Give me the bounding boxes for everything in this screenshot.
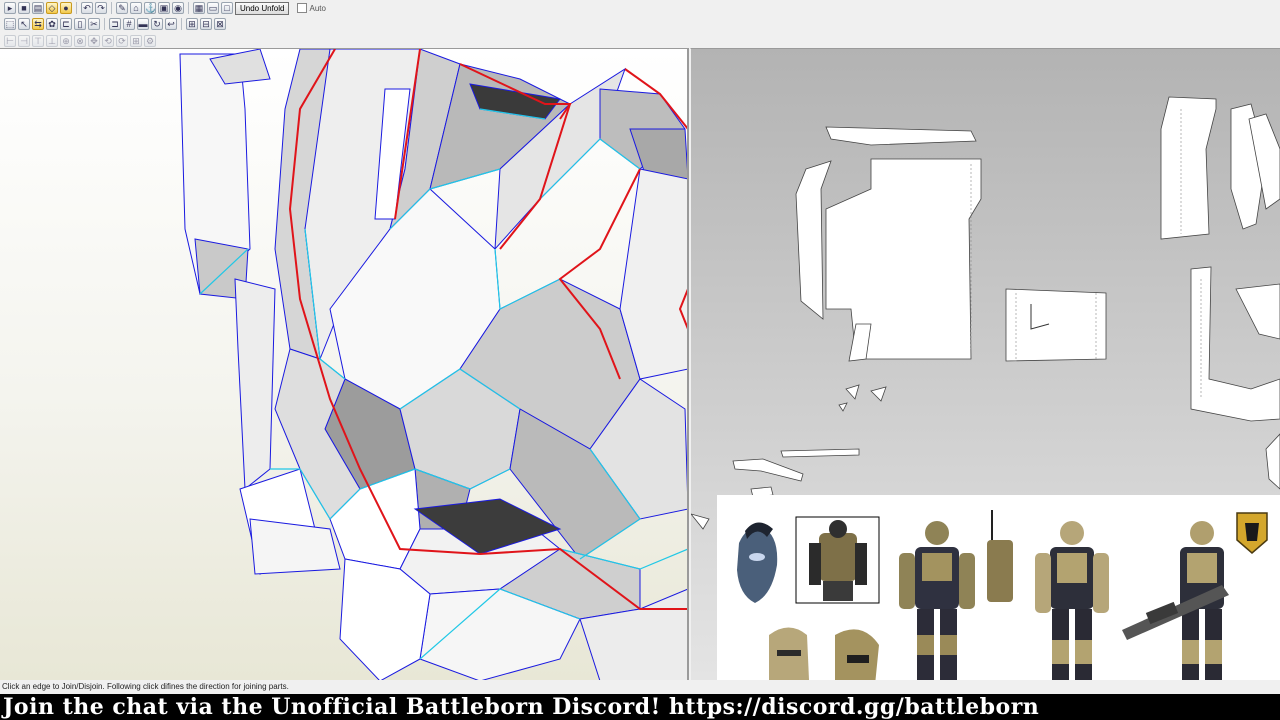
unfolded-part bbox=[732, 458, 804, 482]
auto-checkbox-label: Auto bbox=[309, 3, 326, 13]
mesh-faceplate bbox=[274, 49, 687, 680]
align-icon[interactable]: ⊟ bbox=[200, 18, 212, 30]
auto-checkbox-box[interactable] bbox=[297, 3, 308, 13]
unfold-icon[interactable]: ⌂ bbox=[130, 2, 142, 14]
main-toolbar: ▸ ■ ▤ ◇ ● ↶ ↷ ✎ ⌂ ⚓ ▣ ◉ ▦ ▭ □ Undo Unfol… bbox=[0, 0, 690, 16]
view-toolbar: ⊢ ⊣ ⊤ ⊥ ⊕ ⊗ ✥ ⟲ ⟳ ⊞ ⚙ bbox=[0, 33, 690, 49]
edit-toolbar: ⬚ ↖ ⇆ ✿ ⊏ ▯ ✂ ⊐ # ▬ ↻ ↩ ⊞ ⊟ ⊠ bbox=[0, 16, 690, 32]
undo-icon[interactable]: ↶ bbox=[81, 2, 93, 14]
view-reset-icon[interactable]: ⟲ bbox=[102, 35, 114, 47]
cube-icon[interactable]: ▣ bbox=[158, 2, 170, 14]
soldier-front-figure-2 bbox=[1035, 521, 1109, 689]
rotate-icon[interactable]: ↻ bbox=[151, 18, 163, 30]
view-refresh-icon[interactable]: ⟳ bbox=[116, 35, 128, 47]
stream-banner: Join the chat via the Unofficial Battleb… bbox=[0, 694, 1280, 720]
unfolded-part-group bbox=[691, 96, 1280, 530]
layout-icon[interactable]: ⊠ bbox=[214, 18, 226, 30]
window-icon[interactable]: ▭ bbox=[207, 2, 219, 14]
view-side-icon[interactable]: ⊣ bbox=[18, 35, 30, 47]
view-bottom-icon[interactable]: ⊥ bbox=[46, 35, 58, 47]
stream-banner-text: Join the chat via the Unofficial Battleb… bbox=[3, 694, 1040, 720]
scissors-icon[interactable]: ✂ bbox=[88, 18, 100, 30]
character-concept-art bbox=[737, 510, 1268, 689]
view-top-icon[interactable]: ⊤ bbox=[32, 35, 44, 47]
open-icon[interactable]: ▸ bbox=[4, 2, 16, 14]
redo-icon[interactable]: ↷ bbox=[95, 2, 107, 14]
globe-icon[interactable]: ◉ bbox=[172, 2, 184, 14]
view-pan-icon[interactable]: ✥ bbox=[88, 35, 100, 47]
view-grid-icon[interactable]: ⊞ bbox=[130, 35, 142, 47]
unfolded-part bbox=[838, 402, 848, 412]
split-icon[interactable]: ⊏ bbox=[60, 18, 72, 30]
unfolded-part bbox=[1005, 288, 1107, 362]
unfolded-part bbox=[780, 448, 860, 458]
unfolded-part bbox=[1235, 283, 1280, 340]
snap-icon[interactable]: ⊞ bbox=[186, 18, 198, 30]
join-edge-icon[interactable]: ⇆ bbox=[32, 18, 44, 30]
faction-badge-icon bbox=[1236, 512, 1268, 554]
view-zoom-icon[interactable]: ⊕ bbox=[60, 35, 72, 47]
page-icon[interactable]: ▯ bbox=[74, 18, 86, 30]
view-fit-icon[interactable]: ⊗ bbox=[74, 35, 86, 47]
unfolded-part bbox=[1160, 96, 1217, 240]
3d-view-pane[interactable] bbox=[0, 48, 689, 680]
auto-checkbox[interactable]: Auto bbox=[297, 3, 326, 13]
select-face-icon[interactable]: ⬚ bbox=[4, 18, 16, 30]
toolbar-separator bbox=[111, 2, 112, 14]
unfolded-part bbox=[825, 126, 977, 146]
toolbar-separator bbox=[76, 2, 77, 14]
save-icon[interactable]: ■ bbox=[18, 2, 30, 14]
unfolded-part bbox=[845, 384, 860, 400]
grid-icon[interactable]: ▦ bbox=[193, 2, 205, 14]
view-front-icon[interactable]: ⊢ bbox=[4, 35, 16, 47]
undo-unfold-button[interactable]: Undo Unfold bbox=[235, 1, 290, 15]
toolbar-separator bbox=[104, 18, 105, 30]
unfolded-part bbox=[870, 386, 887, 402]
mohawk-head-icon bbox=[737, 522, 778, 603]
flap-icon[interactable]: ⊐ bbox=[109, 18, 121, 30]
view-settings-icon[interactable]: ⚙ bbox=[144, 35, 156, 47]
3d-mesh-model[interactable] bbox=[0, 49, 689, 680]
unfolded-part bbox=[1265, 433, 1280, 490]
print-icon[interactable]: ▤ bbox=[32, 2, 44, 14]
soldier-with-rifle-figure bbox=[1122, 521, 1229, 689]
character-art-overlay bbox=[717, 495, 1280, 694]
box-icon[interactable]: ▬ bbox=[137, 18, 149, 30]
number-icon[interactable]: # bbox=[123, 18, 135, 30]
helmet-front-icon bbox=[769, 627, 809, 687]
unfolded-part bbox=[691, 513, 710, 530]
soldier-front-figure bbox=[899, 521, 975, 689]
toolbar-separator bbox=[188, 2, 189, 14]
palette-icon[interactable]: ✿ bbox=[46, 18, 58, 30]
pointer-icon[interactable]: ↖ bbox=[18, 18, 30, 30]
radio-pack-icon bbox=[987, 510, 1013, 602]
anchor-icon[interactable]: ⚓ bbox=[144, 2, 156, 14]
edit-icon[interactable]: ✎ bbox=[116, 2, 128, 14]
frame-icon[interactable]: □ bbox=[221, 2, 233, 14]
join-mode-icon[interactable]: ● bbox=[60, 2, 72, 14]
toolbar-separator bbox=[181, 18, 182, 30]
toolbar-empty-area bbox=[690, 0, 1280, 49]
status-bar: Click an edge to Join/Disjoin. Following… bbox=[0, 680, 1280, 694]
unfolded-part bbox=[825, 158, 982, 360]
back-icon[interactable]: ↩ bbox=[165, 18, 177, 30]
select-mode-icon[interactable]: ◇ bbox=[46, 2, 58, 14]
